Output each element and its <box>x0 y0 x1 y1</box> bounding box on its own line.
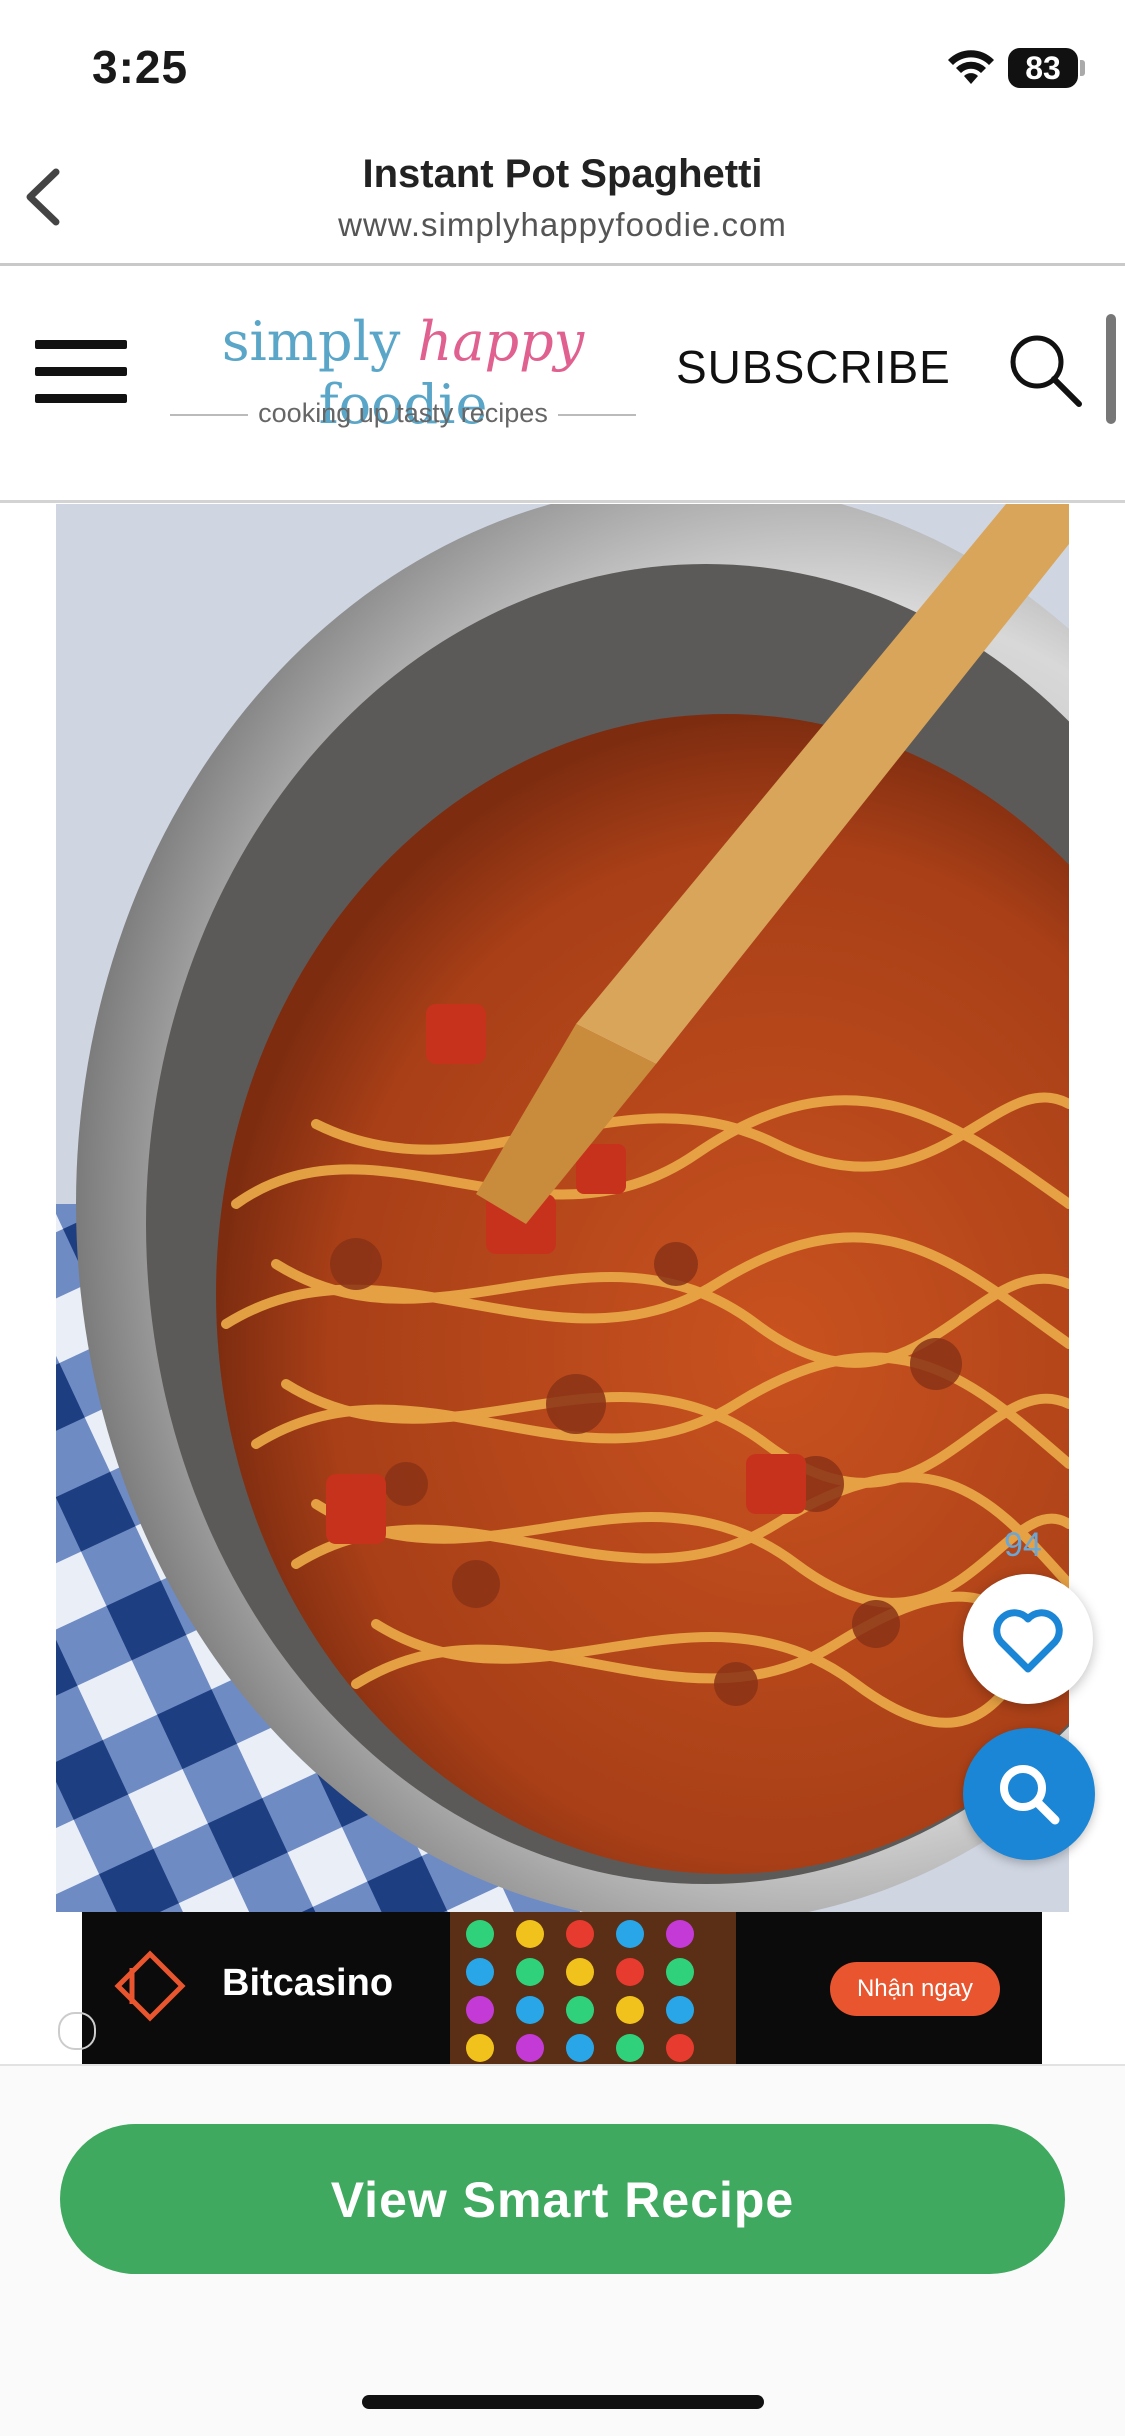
ad-banner[interactable]: Bitcasino Nhận ngay <box>82 1912 1042 2064</box>
recipe-hero-image <box>56 504 1069 1912</box>
favorite-count: 94 <box>1004 1526 1042 1564</box>
bitcasino-logo-icon <box>114 1950 186 2022</box>
page-url: www.simplyhappyfoodie.com <box>338 206 787 243</box>
search-icon[interactable] <box>1005 330 1085 410</box>
ad-brand: Bitcasino <box>222 1962 394 2004</box>
logo-line-right <box>558 414 636 416</box>
logo-word-simply: simply <box>221 310 401 373</box>
ad-cta-button[interactable]: Nhận ngay <box>830 1962 1000 2016</box>
battery-tip <box>1080 60 1085 76</box>
ad-gems-graphic <box>450 1912 736 2064</box>
hamburger-menu-icon[interactable] <box>35 340 127 404</box>
search-icon <box>1000 1765 1060 1825</box>
heart-icon <box>993 1609 1063 1673</box>
fab-search-button[interactable] <box>963 1728 1095 1860</box>
ad-game-grid <box>450 1912 736 2064</box>
favorite-button[interactable] <box>963 1574 1093 1704</box>
wifi-icon <box>948 50 994 84</box>
status-time: 3:25 <box>92 41 189 93</box>
page-title: Instant Pot Spaghetti <box>362 152 763 196</box>
battery-indicator: 83 <box>1008 48 1078 88</box>
view-smart-recipe-button[interactable]: View Smart Recipe <box>60 2124 1065 2274</box>
site-header-divider <box>0 500 1125 503</box>
logo-word-happy: happy <box>417 310 585 373</box>
subscribe-link[interactable]: SUBSCRIBE <box>676 340 951 394</box>
home-indicator[interactable] <box>362 2395 764 2409</box>
site-logo[interactable]: simply happy foodie cooking up tasty rec… <box>168 310 638 440</box>
nav-divider <box>0 263 1125 266</box>
scrollbar-thumb[interactable] <box>1106 314 1116 424</box>
ad-choices-icon[interactable] <box>58 2012 96 2050</box>
spaghetti-photo <box>56 504 1069 1912</box>
